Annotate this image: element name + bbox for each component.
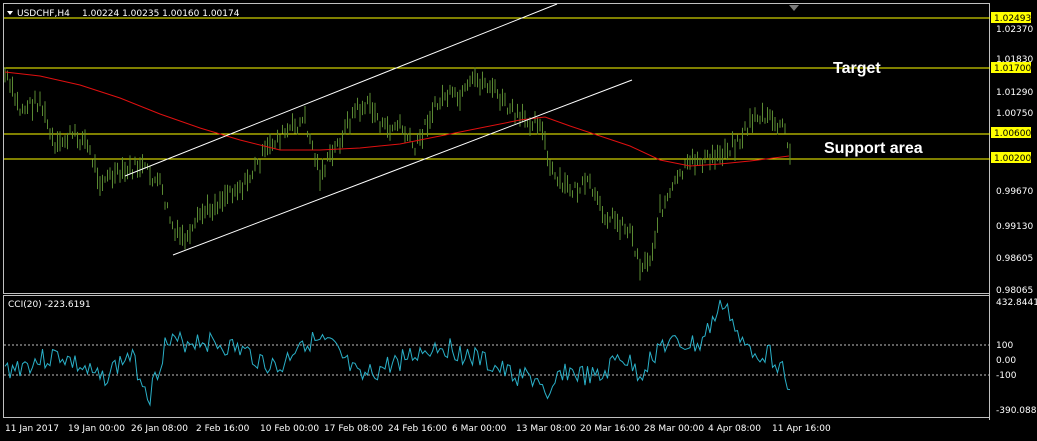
time-tick: 4 Apr 08:00 xyxy=(708,424,761,434)
cci-tick: 432.8441 xyxy=(996,298,1037,308)
price-tick: 0.98065 xyxy=(996,286,1033,296)
price-tick: 1.02370 xyxy=(996,25,1033,35)
cci-line xyxy=(4,299,791,407)
time-tick: 11 Apr 16:00 xyxy=(772,424,831,434)
price-tick: 0.99670 xyxy=(996,187,1033,197)
cci-tick: 0.00 xyxy=(996,356,1016,366)
cci-tick: 100 xyxy=(996,341,1013,351)
time-tick: 13 Mar 08:00 xyxy=(516,424,576,434)
trading-chart[interactable]: USDCHF,H4 1.00224 1.00235 1.00160 1.0017… xyxy=(0,0,1037,441)
time-tick: 11 Jan 2017 xyxy=(5,424,59,434)
time-tick: 28 Mar 00:00 xyxy=(644,424,704,434)
cci-label: CCI(20) -223.6191 xyxy=(8,300,91,310)
price-tick: 0.99130 xyxy=(996,222,1033,232)
time-tick: 17 Feb 08:00 xyxy=(324,424,383,434)
cci-tick: -100 xyxy=(996,371,1017,381)
level-price-text: 1.00600 xyxy=(994,129,1031,139)
cci-pane-frame xyxy=(3,295,990,418)
moving-average-line xyxy=(4,71,790,167)
support-area-annotation: Support area xyxy=(824,140,923,157)
cci-axis: 432.8441 100 0.00 -100 -390.0885 xyxy=(996,298,1037,416)
price-tick: 1.00750 xyxy=(996,109,1033,119)
dropdown-arrow-icon[interactable] xyxy=(7,11,13,15)
time-tick: 2 Feb 16:00 xyxy=(196,424,250,434)
channel-lower-line[interactable] xyxy=(172,79,633,256)
chart-shift-marker[interactable] xyxy=(789,5,799,11)
time-tick: 19 Jan 00:00 xyxy=(68,424,125,434)
time-axis: 11 Jan 2017 19 Jan 00:00 26 Jan 08:00 2 … xyxy=(5,424,831,434)
target-annotation: Target xyxy=(833,60,881,77)
time-tick: 20 Mar 16:00 xyxy=(580,424,640,434)
level-price-text: 1.01700 xyxy=(994,64,1031,74)
level-price-text: 1.00200 xyxy=(994,154,1031,164)
cci-tick: -390.0885 xyxy=(996,406,1037,416)
price-tick: 0.98605 xyxy=(996,254,1033,264)
time-tick: 26 Jan 08:00 xyxy=(131,424,188,434)
level-price-text: 1.02493 xyxy=(994,14,1031,24)
time-tick: 24 Feb 16:00 xyxy=(388,424,447,434)
level-lines xyxy=(4,17,990,160)
time-tick: 6 Mar 00:00 xyxy=(452,424,507,434)
time-tick: 10 Feb 00:00 xyxy=(260,424,319,434)
price-tick: 1.01290 xyxy=(996,88,1033,98)
